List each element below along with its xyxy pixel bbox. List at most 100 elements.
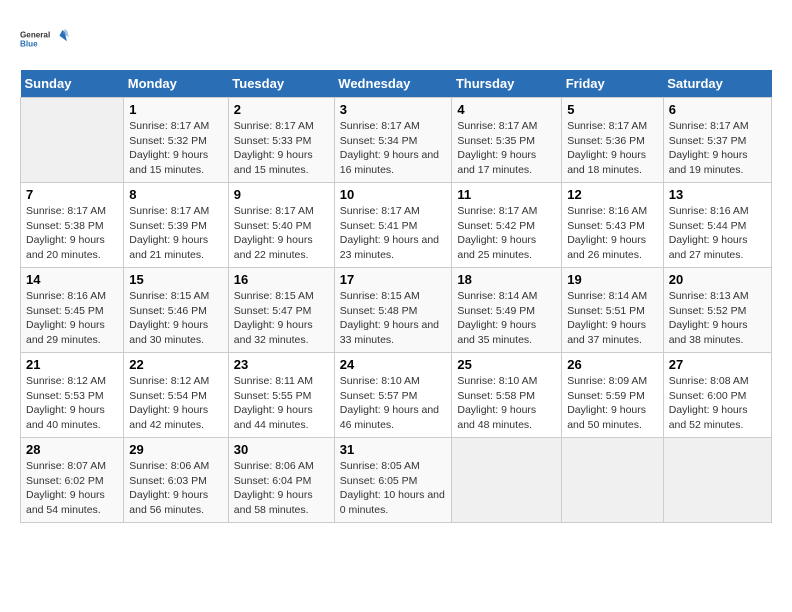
day-info: Sunrise: 8:16 AMSunset: 5:44 PMDaylight:… (669, 204, 766, 263)
calendar-cell: 21 Sunrise: 8:12 AMSunset: 5:53 PMDayligh… (21, 353, 124, 438)
day-info: Sunrise: 8:10 AMSunset: 5:58 PMDaylight:… (457, 374, 556, 433)
calendar-cell: 25 Sunrise: 8:10 AMSunset: 5:58 PMDayligh… (452, 353, 562, 438)
calendar-cell (562, 438, 664, 523)
day-info: Sunrise: 8:14 AMSunset: 5:49 PMDaylight:… (457, 289, 556, 348)
calendar-cell: 22 Sunrise: 8:12 AMSunset: 5:54 PMDayligh… (124, 353, 229, 438)
day-info: Sunrise: 8:17 AMSunset: 5:38 PMDaylight:… (26, 204, 118, 263)
day-number: 5 (567, 102, 658, 117)
calendar-cell: 18 Sunrise: 8:14 AMSunset: 5:49 PMDayligh… (452, 268, 562, 353)
day-number: 7 (26, 187, 118, 202)
day-number: 21 (26, 357, 118, 372)
column-header-wednesday: Wednesday (334, 70, 452, 98)
day-info: Sunrise: 8:17 AMSunset: 5:37 PMDaylight:… (669, 119, 766, 178)
day-info: Sunrise: 8:17 AMSunset: 5:39 PMDaylight:… (129, 204, 223, 263)
day-info: Sunrise: 8:17 AMSunset: 5:32 PMDaylight:… (129, 119, 223, 178)
calendar-cell: 20 Sunrise: 8:13 AMSunset: 5:52 PMDayligh… (663, 268, 771, 353)
day-info: Sunrise: 8:15 AMSunset: 5:47 PMDaylight:… (234, 289, 329, 348)
week-row-4: 21 Sunrise: 8:12 AMSunset: 5:53 PMDayligh… (21, 353, 772, 438)
day-number: 19 (567, 272, 658, 287)
header: General Blue (20, 20, 772, 60)
day-number: 6 (669, 102, 766, 117)
day-number: 30 (234, 442, 329, 457)
calendar-cell: 30 Sunrise: 8:06 AMSunset: 6:04 PMDayligh… (228, 438, 334, 523)
week-row-1: 1 Sunrise: 8:17 AMSunset: 5:32 PMDaylight… (21, 98, 772, 183)
calendar-cell: 8Sunrise: 8:17 AMSunset: 5:39 PMDaylight… (124, 183, 229, 268)
column-header-tuesday: Tuesday (228, 70, 334, 98)
day-number: 4 (457, 102, 556, 117)
day-info: Sunrise: 8:14 AMSunset: 5:51 PMDaylight:… (567, 289, 658, 348)
calendar-cell: 23 Sunrise: 8:11 AMSunset: 5:55 PMDayligh… (228, 353, 334, 438)
day-info: Sunrise: 8:11 AMSunset: 5:55 PMDaylight:… (234, 374, 329, 433)
calendar-cell: 11Sunrise: 8:17 AMSunset: 5:42 PMDayligh… (452, 183, 562, 268)
day-number: 2 (234, 102, 329, 117)
day-number: 12 (567, 187, 658, 202)
calendar-cell: 3 Sunrise: 8:17 AMSunset: 5:34 PMDaylight… (334, 98, 452, 183)
calendar-cell: 2 Sunrise: 8:17 AMSunset: 5:33 PMDaylight… (228, 98, 334, 183)
day-info: Sunrise: 8:17 AMSunset: 5:34 PMDaylight:… (340, 119, 447, 178)
calendar-cell: 5 Sunrise: 8:17 AMSunset: 5:36 PMDaylight… (562, 98, 664, 183)
day-number: 10 (340, 187, 447, 202)
day-number: 20 (669, 272, 766, 287)
day-number: 23 (234, 357, 329, 372)
day-info: Sunrise: 8:08 AMSunset: 6:00 PMDaylight:… (669, 374, 766, 433)
day-number: 1 (129, 102, 223, 117)
logo-svg: General Blue (20, 20, 70, 60)
day-info: Sunrise: 8:12 AMSunset: 5:53 PMDaylight:… (26, 374, 118, 433)
day-number: 15 (129, 272, 223, 287)
day-info: Sunrise: 8:07 AMSunset: 6:02 PMDaylight:… (26, 459, 118, 518)
week-row-5: 28Sunrise: 8:07 AMSunset: 6:02 PMDayligh… (21, 438, 772, 523)
day-info: Sunrise: 8:17 AMSunset: 5:40 PMDaylight:… (234, 204, 329, 263)
day-number: 13 (669, 187, 766, 202)
header-row: SundayMondayTuesdayWednesdayThursdayFrid… (21, 70, 772, 98)
day-number: 29 (129, 442, 223, 457)
calendar-cell: 14 Sunrise: 8:16 AMSunset: 5:45 PMDayligh… (21, 268, 124, 353)
day-number: 24 (340, 357, 447, 372)
day-info: Sunrise: 8:15 AMSunset: 5:48 PMDaylight:… (340, 289, 447, 348)
calendar-cell: 4 Sunrise: 8:17 AMSunset: 5:35 PMDaylight… (452, 98, 562, 183)
day-info: Sunrise: 8:10 AMSunset: 5:57 PMDaylight:… (340, 374, 447, 433)
svg-text:Blue: Blue (20, 39, 38, 48)
day-info: Sunrise: 8:17 AMSunset: 5:41 PMDaylight:… (340, 204, 447, 263)
day-info: Sunrise: 8:17 AMSunset: 5:35 PMDaylight:… (457, 119, 556, 178)
day-info: Sunrise: 8:16 AMSunset: 5:43 PMDaylight:… (567, 204, 658, 263)
calendar-cell: 17 Sunrise: 8:15 AMSunset: 5:48 PMDayligh… (334, 268, 452, 353)
logo: General Blue (20, 20, 70, 60)
column-header-thursday: Thursday (452, 70, 562, 98)
calendar-cell: 7 Sunrise: 8:17 AMSunset: 5:38 PMDaylight… (21, 183, 124, 268)
day-number: 25 (457, 357, 556, 372)
calendar-cell: 28Sunrise: 8:07 AMSunset: 6:02 PMDayligh… (21, 438, 124, 523)
day-number: 11 (457, 187, 556, 202)
day-number: 3 (340, 102, 447, 117)
day-info: Sunrise: 8:06 AMSunset: 6:04 PMDaylight:… (234, 459, 329, 518)
calendar-cell (663, 438, 771, 523)
calendar-cell: 29 Sunrise: 8:06 AMSunset: 6:03 PMDayligh… (124, 438, 229, 523)
day-info: Sunrise: 8:05 AMSunset: 6:05 PMDaylight:… (340, 459, 447, 518)
day-info: Sunrise: 8:06 AMSunset: 6:03 PMDaylight:… (129, 459, 223, 518)
calendar-cell (452, 438, 562, 523)
day-info: Sunrise: 8:13 AMSunset: 5:52 PMDaylight:… (669, 289, 766, 348)
calendar-cell: 15Sunrise: 8:15 AMSunset: 5:46 PMDayligh… (124, 268, 229, 353)
day-number: 18 (457, 272, 556, 287)
day-info: Sunrise: 8:17 AMSunset: 5:33 PMDaylight:… (234, 119, 329, 178)
day-info: Sunrise: 8:17 AMSunset: 5:36 PMDaylight:… (567, 119, 658, 178)
svg-text:General: General (20, 31, 50, 40)
day-number: 17 (340, 272, 447, 287)
day-number: 31 (340, 442, 447, 457)
calendar-cell: 31 Sunrise: 8:05 AMSunset: 6:05 PMDayligh… (334, 438, 452, 523)
day-number: 9 (234, 187, 329, 202)
day-info: Sunrise: 8:16 AMSunset: 5:45 PMDaylight:… (26, 289, 118, 348)
day-number: 27 (669, 357, 766, 372)
calendar-cell: 26Sunrise: 8:09 AMSunset: 5:59 PMDayligh… (562, 353, 664, 438)
calendar-cell: 1 Sunrise: 8:17 AMSunset: 5:32 PMDaylight… (124, 98, 229, 183)
calendar-cell: 12 Sunrise: 8:16 AMSunset: 5:43 PMDayligh… (562, 183, 664, 268)
column-header-sunday: Sunday (21, 70, 124, 98)
calendar-cell (21, 98, 124, 183)
calendar-cell: 9 Sunrise: 8:17 AMSunset: 5:40 PMDaylight… (228, 183, 334, 268)
day-info: Sunrise: 8:12 AMSunset: 5:54 PMDaylight:… (129, 374, 223, 433)
calendar-table: SundayMondayTuesdayWednesdayThursdayFrid… (20, 70, 772, 523)
column-header-monday: Monday (124, 70, 229, 98)
day-number: 22 (129, 357, 223, 372)
calendar-cell: 10 Sunrise: 8:17 AMSunset: 5:41 PMDayligh… (334, 183, 452, 268)
column-header-friday: Friday (562, 70, 664, 98)
day-number: 14 (26, 272, 118, 287)
